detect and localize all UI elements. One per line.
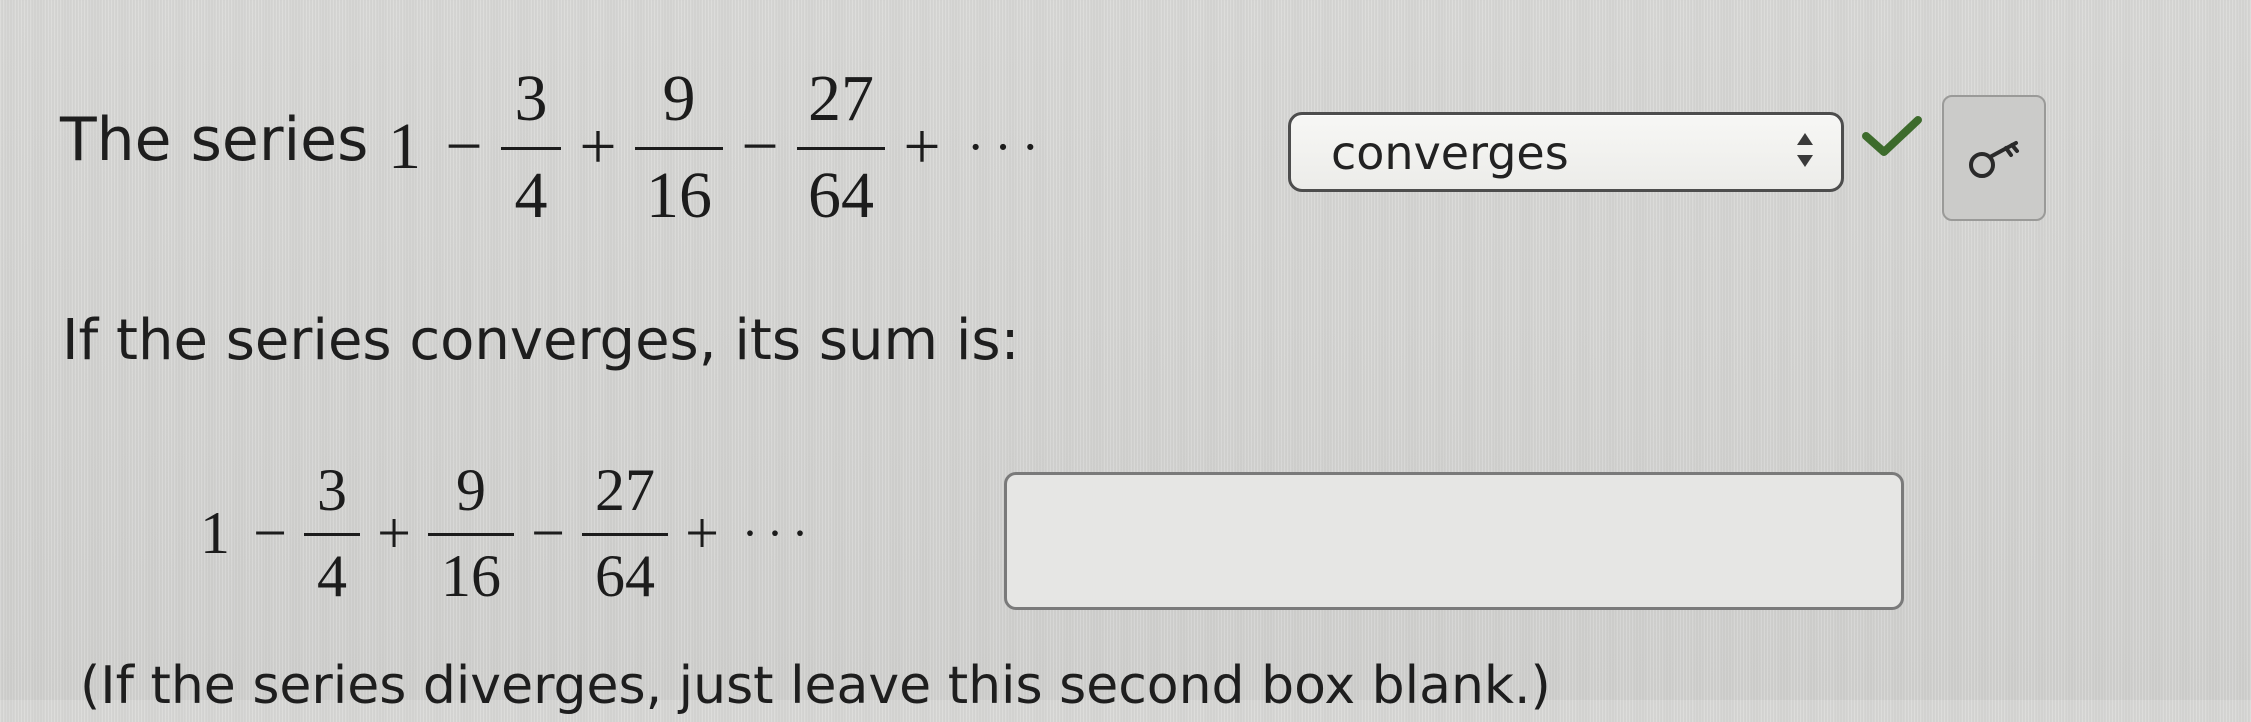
fraction-bar <box>635 146 723 150</box>
fraction-denominator: 64 <box>808 158 874 232</box>
fraction-numerator: 3 <box>514 61 548 135</box>
series-operator: + <box>685 499 719 566</box>
fraction-denominator: 16 <box>646 158 712 232</box>
checkmark-icon <box>1862 116 1922 156</box>
fraction-bar <box>797 146 885 150</box>
sum-prompt: If the series converges, its sum is: <box>62 308 1020 373</box>
series-ellipsis: ··· <box>742 506 817 560</box>
series-operator: + <box>903 110 941 183</box>
fraction-denominator: 4 <box>514 158 548 232</box>
fraction-bar <box>304 532 360 536</box>
convergence-select[interactable]: converges <box>1288 112 1844 192</box>
series-fraction: 3 4 <box>501 61 561 234</box>
series-fraction: 27 64 <box>797 61 885 234</box>
fraction-bar <box>428 532 514 536</box>
series-operator: + <box>579 110 617 183</box>
fraction-numerator: 27 <box>595 456 655 523</box>
series-fraction: 27 64 <box>582 456 668 611</box>
fraction-numerator: 9 <box>662 61 696 135</box>
series-operator: − <box>531 499 565 566</box>
fraction-bar <box>501 146 561 150</box>
series-label: The series <box>60 105 369 175</box>
convergence-select-value: converges <box>1331 126 1569 180</box>
series-ellipsis: ··· <box>967 118 1049 176</box>
diverges-note: (If the series diverges, just leave this… <box>80 656 1551 716</box>
fraction-denominator: 16 <box>441 542 501 609</box>
series-first-term: 1 <box>200 499 230 566</box>
fraction-numerator: 9 <box>456 456 486 523</box>
series-operator: − <box>445 110 483 183</box>
series-fraction: 3 4 <box>304 456 360 611</box>
fraction-bar <box>582 532 668 536</box>
fraction-numerator: 3 <box>317 456 347 523</box>
key-button[interactable] <box>1942 95 2046 221</box>
sum-answer-input[interactable] <box>1004 472 1904 610</box>
fraction-numerator: 27 <box>808 61 874 135</box>
series-expression: 1 − 3 4 + 9 16 − 27 64 + ··· <box>388 52 1049 242</box>
key-icon <box>1969 141 2019 178</box>
series-operator: + <box>377 499 411 566</box>
fraction-denominator: 64 <box>595 542 655 609</box>
series-operator: − <box>741 110 779 183</box>
fraction-denominator: 4 <box>317 542 347 609</box>
series-first-term: 1 <box>388 110 421 183</box>
series-fraction: 9 16 <box>428 456 514 611</box>
problem-page: The series 1 − 3 4 + 9 16 − 27 64 + ··· … <box>0 0 2251 716</box>
updown-arrows-icon <box>1797 133 1813 173</box>
series-fraction: 9 16 <box>635 61 723 234</box>
series-operator: − <box>253 499 287 566</box>
sum-series-expression: 1 − 3 4 + 9 16 − 27 64 + ··· <box>200 448 817 618</box>
